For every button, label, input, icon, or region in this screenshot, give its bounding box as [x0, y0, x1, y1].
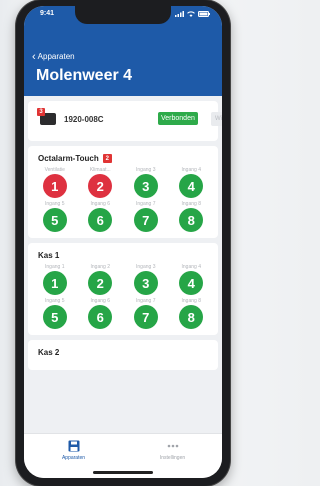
- io-status-circle[interactable]: 4: [179, 174, 204, 198]
- io-status-circle[interactable]: 6: [88, 305, 113, 329]
- io-input-label: Ingang 8: [181, 201, 201, 207]
- io-input[interactable]: Klimaat... 2: [78, 166, 124, 198]
- io-status-circle[interactable]: 6: [88, 208, 113, 232]
- io-input-label: Klimaat...: [89, 167, 111, 173]
- io-status-circle[interactable]: 5: [42, 305, 67, 329]
- io-input-label: Ingang 2: [90, 264, 110, 270]
- tab-bar: Apparaten Instellingen: [24, 433, 222, 478]
- io-input-label: Ventilatie: [44, 167, 65, 173]
- status-time: 9:41: [40, 10, 55, 17]
- signal-icon: [175, 11, 184, 17]
- section-title: Kas 1: [28, 243, 218, 263]
- io-input-label: Ingang 7: [136, 201, 156, 207]
- io-status-circle[interactable]: 3: [133, 271, 158, 295]
- io-grid: Ingang 1 1 Ingang 2 2 Ingang 3 3 Ingang 4 4 Inga…: [28, 263, 218, 335]
- wifi-status-icon: [187, 11, 195, 17]
- io-input-label: Ingang 4: [181, 264, 201, 270]
- back-button[interactable]: ‹ Apparaten: [32, 50, 75, 63]
- io-input[interactable]: Ingang 22: [78, 263, 124, 295]
- home-indicator: [93, 471, 153, 474]
- io-input[interactable]: Ingang 33: [123, 166, 169, 198]
- device-content[interactable]: 3 1920-008C Verbonden Wifi Octalarm-Touc…: [24, 96, 222, 434]
- io-status-circle[interactable]: 7: [133, 208, 158, 232]
- device-card[interactable]: 3 1920-008C Verbonden Wifi: [28, 101, 222, 141]
- io-grid: Ventilatie 1 Klimaat... 2 Ingang 3 3 Ingang 44…: [28, 166, 218, 238]
- io-status-circle[interactable]: 1: [42, 271, 67, 295]
- io-input-label: Ingang 3: [136, 167, 156, 173]
- device-name: 1920-008C: [64, 115, 104, 124]
- io-section-card: Octalarm-Touch 2 Ventilatie 1 Klimaat... 2 Ing…: [28, 146, 218, 238]
- section-title-text: Kas 1: [38, 251, 60, 260]
- io-input-label: Ingang 4: [181, 167, 201, 173]
- io-input[interactable]: Ingang 66: [78, 297, 124, 329]
- io-input[interactable]: Ingang 77: [123, 200, 169, 232]
- chevron-left-icon: ‹: [32, 50, 36, 63]
- save-icon: [68, 440, 79, 452]
- io-input[interactable]: Ingang 88: [169, 297, 215, 329]
- io-input[interactable]: Ingang 55: [32, 200, 78, 232]
- io-input-label: Ingang 1: [45, 264, 65, 270]
- io-status-circle[interactable]: 2: [88, 271, 113, 295]
- io-status-circle[interactable]: 5: [42, 208, 67, 232]
- phone-frame: 9:41 ‹ Apparaten Molenweer 4 3 1920-008C…: [16, 0, 230, 486]
- io-status-circle[interactable]: 1: [42, 174, 67, 198]
- battery-icon: [198, 11, 210, 17]
- io-status-circle[interactable]: 8: [179, 305, 204, 329]
- page-title: Molenweer 4: [36, 67, 133, 84]
- section-title: Octalarm-Touch 2: [28, 146, 218, 166]
- status-icons: [175, 11, 210, 17]
- io-status-circle[interactable]: 4: [179, 271, 204, 295]
- io-input-label: Ingang 5: [45, 201, 65, 207]
- more-icon: [167, 444, 178, 448]
- notch: [75, 6, 171, 24]
- section-title: Kas 2: [28, 340, 218, 360]
- section-alarm-badge: 2: [102, 154, 112, 163]
- io-input[interactable]: Ingang 33: [123, 263, 169, 295]
- device-alarm-badge: 3: [37, 108, 45, 116]
- connection-status-badge: Verbonden: [158, 112, 198, 125]
- io-input-label: Ingang 7: [136, 298, 156, 304]
- wifi-button[interactable]: Wifi: [211, 112, 222, 126]
- back-label: Apparaten: [37, 52, 75, 61]
- io-input[interactable]: Ingang 44: [169, 263, 215, 295]
- io-input-label: Ingang 3: [136, 264, 156, 270]
- io-status-circle[interactable]: 8: [179, 208, 204, 232]
- io-input[interactable]: Ingang 44: [169, 166, 215, 198]
- io-input[interactable]: Ingang 88: [169, 200, 215, 232]
- io-input[interactable]: Ingang 11: [32, 263, 78, 295]
- device-icon: 3: [37, 108, 56, 125]
- io-input[interactable]: Ingang 66: [78, 200, 124, 232]
- io-input-label: Ingang 5: [45, 298, 65, 304]
- io-status-circle[interactable]: 3: [133, 174, 158, 198]
- io-input-label: Ingang 8: [181, 298, 201, 304]
- io-status-circle[interactable]: 2: [88, 174, 113, 198]
- io-section-card: Kas 1 Ingang 1 1 Ingang 2 2 Ingang 3 3 Ingang 4…: [28, 243, 218, 335]
- app-screen: 9:41 ‹ Apparaten Molenweer 4 3 1920-008C…: [24, 6, 222, 478]
- io-input-label: Ingang 6: [90, 201, 110, 207]
- tab-label: Apparaten: [61, 455, 86, 461]
- section-title-text: Octalarm-Touch: [38, 154, 99, 163]
- section-title-text: Kas 2: [38, 348, 60, 357]
- io-status-circle[interactable]: 7: [133, 305, 158, 329]
- io-input-label: Ingang 6: [90, 298, 110, 304]
- tab-label: Instellingen: [159, 455, 186, 461]
- io-input[interactable]: Ingang 55: [32, 297, 78, 329]
- io-input[interactable]: Ventilatie 1: [32, 166, 78, 198]
- io-section-card: Kas 2: [28, 340, 218, 370]
- io-input[interactable]: Ingang 77: [123, 297, 169, 329]
